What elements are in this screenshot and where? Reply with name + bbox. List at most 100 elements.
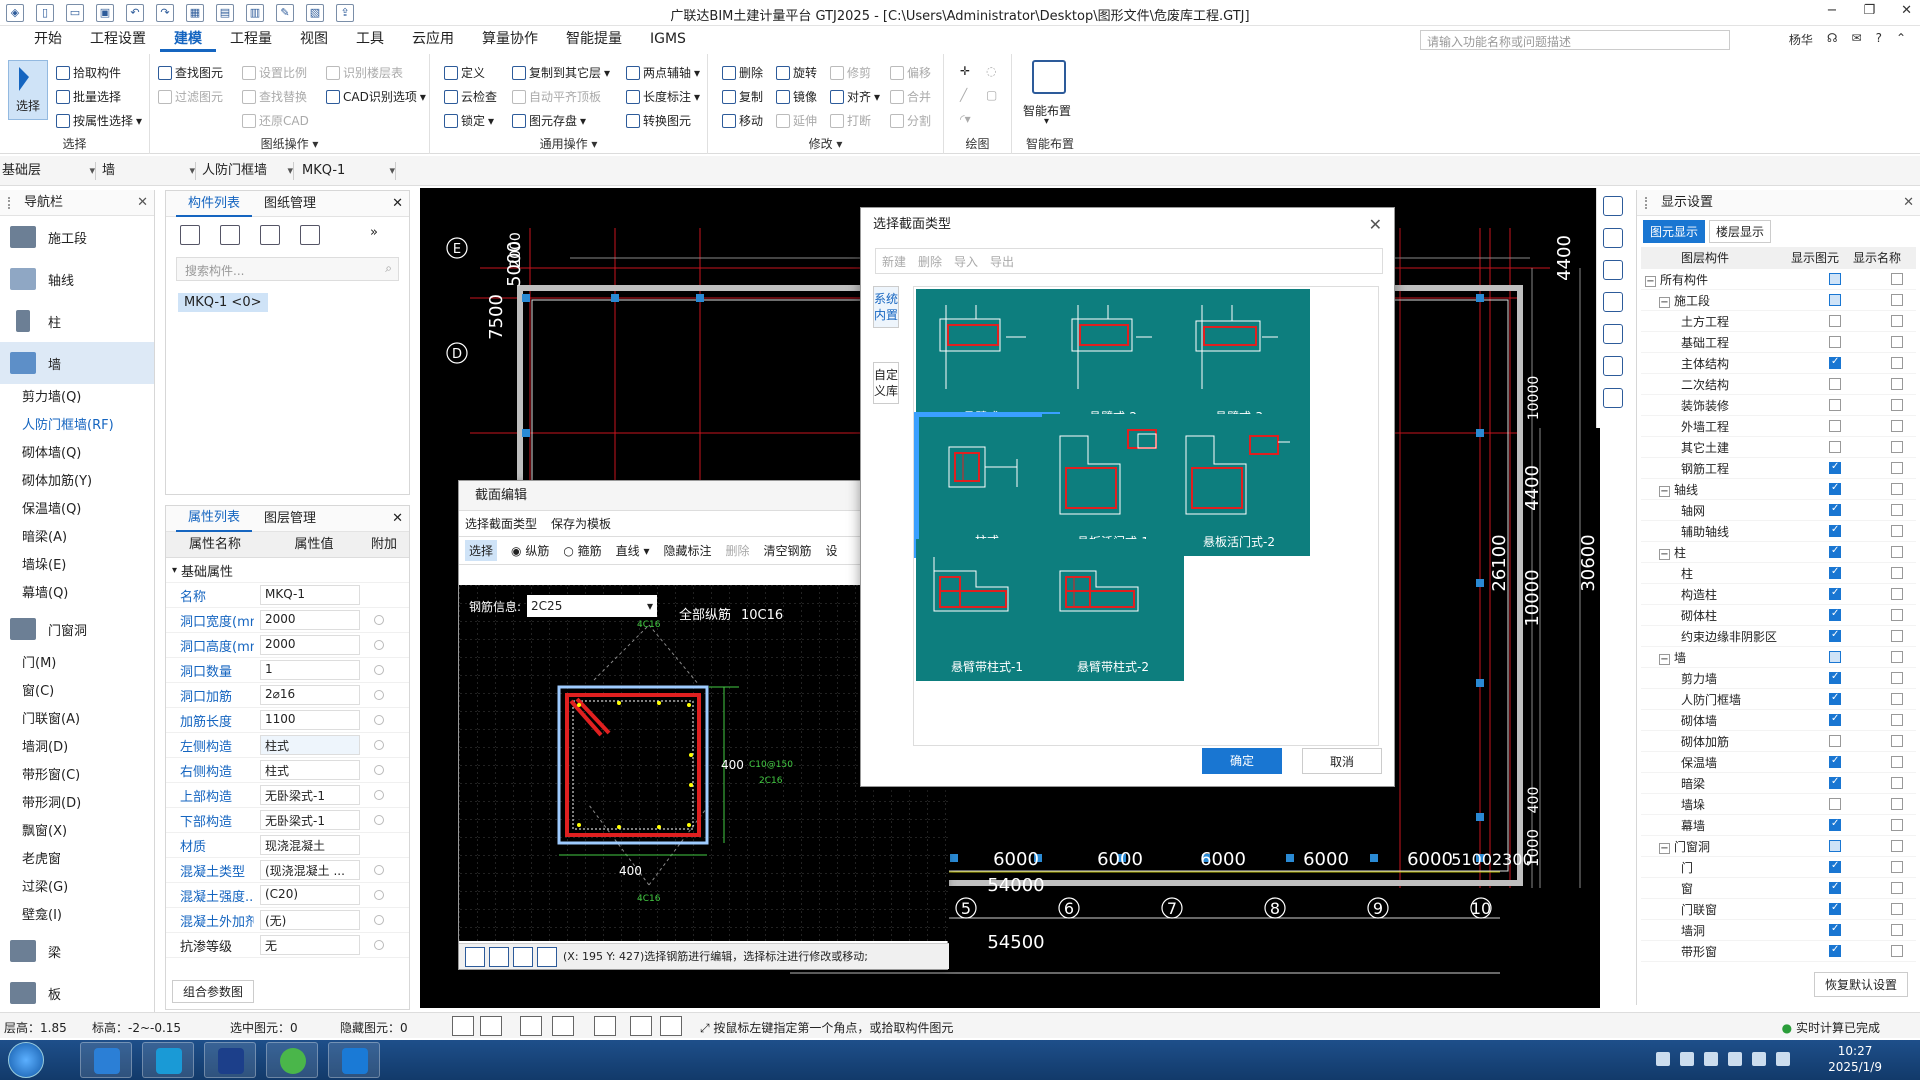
show-element-checkbox[interactable] xyxy=(1829,923,1841,936)
show-element-checkbox[interactable] xyxy=(1829,651,1841,663)
show-name-checkbox[interactable] xyxy=(1891,273,1903,285)
snap-icon[interactable] xyxy=(480,1016,502,1036)
tab-floor-display[interactable]: 楼层显示 xyxy=(1709,220,1772,243)
more-tool[interactable]: 设 xyxy=(826,542,838,559)
break-button[interactable]: 打断 xyxy=(830,112,871,129)
component-search-input[interactable]: 搜索构件... ⌕ xyxy=(176,257,399,281)
nav-item[interactable]: 门(M) xyxy=(0,650,154,678)
show-element-checkbox[interactable] xyxy=(1829,881,1841,894)
minimize-icon[interactable]: − xyxy=(1827,3,1838,18)
store-element-button[interactable]: 图元存盘 ▾ xyxy=(512,112,586,129)
more-icon[interactable]: » xyxy=(370,225,390,245)
attach-checkbox[interactable] xyxy=(374,690,384,700)
close-icon[interactable]: ✕ xyxy=(1901,3,1912,18)
restore-cad-button[interactable]: 还原CAD xyxy=(242,112,309,129)
property-row[interactable]: 抗渗等级 无 xyxy=(166,933,409,958)
nav-item[interactable]: 飘窗(X) xyxy=(0,818,154,846)
property-row[interactable]: 洞口数量 1 xyxy=(166,658,409,683)
filter-element-button[interactable]: 过滤图元 xyxy=(158,88,223,105)
show-name-checkbox[interactable] xyxy=(1891,651,1903,663)
display-tree-row[interactable]: 辅助轴线 xyxy=(1641,521,1916,542)
notes-icon[interactable] xyxy=(1602,388,1623,408)
cad-options-button[interactable]: CAD识别选项 ▾ xyxy=(326,88,426,105)
floor-select[interactable]: 基础层 xyxy=(2,162,96,180)
nav-item[interactable]: 砌体墙(Q) xyxy=(0,440,154,468)
side-dim-label[interactable]: 400 xyxy=(721,758,744,772)
property-value[interactable]: 无卧梁式-1 xyxy=(260,810,360,830)
tray-icon[interactable] xyxy=(1680,1052,1694,1066)
show-element-checkbox[interactable] xyxy=(1829,503,1841,516)
view-3d-icon[interactable] xyxy=(1602,196,1623,216)
cross-icon[interactable] xyxy=(520,1016,542,1036)
longitudinal-radio[interactable]: ◉ 纵筋 xyxy=(511,542,549,559)
display-tree-row[interactable]: 砌体墙 xyxy=(1641,710,1916,731)
taskbar-app-gtj[interactable] xyxy=(142,1042,194,1078)
capture-icon[interactable] xyxy=(630,1016,652,1036)
nav-item[interactable]: 老虎窗 xyxy=(0,846,154,874)
display-tree-row[interactable]: − 门窗洞 xyxy=(1641,836,1916,857)
show-name-checkbox[interactable] xyxy=(1891,504,1903,516)
section-type-card[interactable]: 悬板活门式-2 xyxy=(1168,414,1310,556)
taskbar-app-ie[interactable] xyxy=(266,1042,318,1078)
export-button[interactable]: 导出 xyxy=(990,253,1014,270)
nav-item[interactable]: 窗(C) xyxy=(0,678,154,706)
mirror-button[interactable]: 镜像 xyxy=(776,88,817,105)
display-tree-row[interactable]: 装饰装修 xyxy=(1641,395,1916,416)
perp-tool-icon[interactable] xyxy=(513,947,533,967)
nav-slab[interactable]: 板 xyxy=(0,972,154,1014)
nav-column[interactable]: 柱 xyxy=(0,300,154,342)
menu-collab[interactable]: 算量协作 xyxy=(468,26,552,52)
show-element-checkbox[interactable] xyxy=(1829,587,1841,600)
property-row[interactable]: 材质 现浇混凝土 xyxy=(166,833,409,858)
menu-tools[interactable]: 工具 xyxy=(342,26,398,52)
show-element-checkbox[interactable] xyxy=(1829,818,1841,831)
menu-modeling[interactable]: 建模 xyxy=(160,26,216,52)
combined-param-button[interactable]: 组合参数图 xyxy=(172,980,255,1003)
property-value[interactable]: 柱式 xyxy=(260,735,360,755)
subtype-select[interactable]: 人防门框墙 xyxy=(202,162,294,180)
tree-toggle-icon[interactable]: − xyxy=(1659,842,1670,854)
delete-button[interactable]: 删除 xyxy=(918,253,942,270)
property-value[interactable]: (C20) xyxy=(260,885,360,905)
show-element-checkbox[interactable] xyxy=(1829,840,1841,852)
show-element-checkbox[interactable] xyxy=(1829,420,1841,432)
select-button[interactable]: 选择 xyxy=(8,60,48,120)
show-name-checkbox[interactable] xyxy=(1891,714,1903,726)
show-name-checkbox[interactable] xyxy=(1891,945,1903,957)
delete-tool[interactable]: 删除 xyxy=(726,542,750,559)
new-component-icon[interactable] xyxy=(180,225,200,245)
property-value[interactable]: 1100 xyxy=(260,710,360,730)
show-element-checkbox[interactable] xyxy=(1829,399,1841,411)
delete-component-icon[interactable] xyxy=(260,225,280,245)
show-element-checkbox[interactable] xyxy=(1829,755,1841,768)
property-row[interactable]: 左侧构造 柱式 xyxy=(166,733,409,758)
draw-arc-icon[interactable]: ◜▾ xyxy=(960,112,971,126)
display-tree-row[interactable]: 砌体柱 xyxy=(1641,605,1916,626)
show-name-checkbox[interactable] xyxy=(1891,441,1903,453)
show-element-checkbox[interactable] xyxy=(1829,294,1841,306)
convert-element-button[interactable]: 转换图元 xyxy=(626,112,691,129)
new-button[interactable]: 新建 xyxy=(882,253,906,270)
tree-toggle-icon[interactable]: − xyxy=(1645,275,1656,287)
property-value[interactable]: 2000 xyxy=(260,610,360,630)
draw-line-icon[interactable]: ╱ xyxy=(960,88,967,102)
show-element-checkbox[interactable] xyxy=(1829,482,1841,495)
nav-item[interactable]: 过梁(G) xyxy=(0,874,154,902)
draw-rect-icon[interactable]: ▢ xyxy=(986,88,997,102)
show-name-checkbox[interactable] xyxy=(1891,777,1903,789)
tray-icon[interactable] xyxy=(1728,1052,1742,1066)
smart-layout-dropdown-icon[interactable]: ▾ xyxy=(1044,116,1049,127)
property-value[interactable]: 2⌀16 xyxy=(260,685,360,705)
find-element-button[interactable]: 查找图元 xyxy=(158,64,223,81)
display-tree-row[interactable]: 轴网 xyxy=(1641,500,1916,521)
display-tree-row[interactable]: − 墙 xyxy=(1641,647,1916,668)
display-tree-row[interactable]: 柱 xyxy=(1641,563,1916,584)
nav-construction-stage[interactable]: 施工段 xyxy=(0,216,154,258)
ortho-icon[interactable] xyxy=(452,1016,474,1036)
settings-icon[interactable] xyxy=(1602,356,1623,376)
bottom-rebar-label[interactable]: 4C16 xyxy=(637,894,661,904)
tab-custom-library[interactable]: 自定义库 xyxy=(873,362,899,404)
section-type-card[interactable]: 悬臂带柱式-1 xyxy=(916,539,1058,681)
property-row[interactable]: 洞口宽度(mm) 2000 xyxy=(166,608,409,633)
define-button[interactable]: 定义 xyxy=(444,64,485,81)
